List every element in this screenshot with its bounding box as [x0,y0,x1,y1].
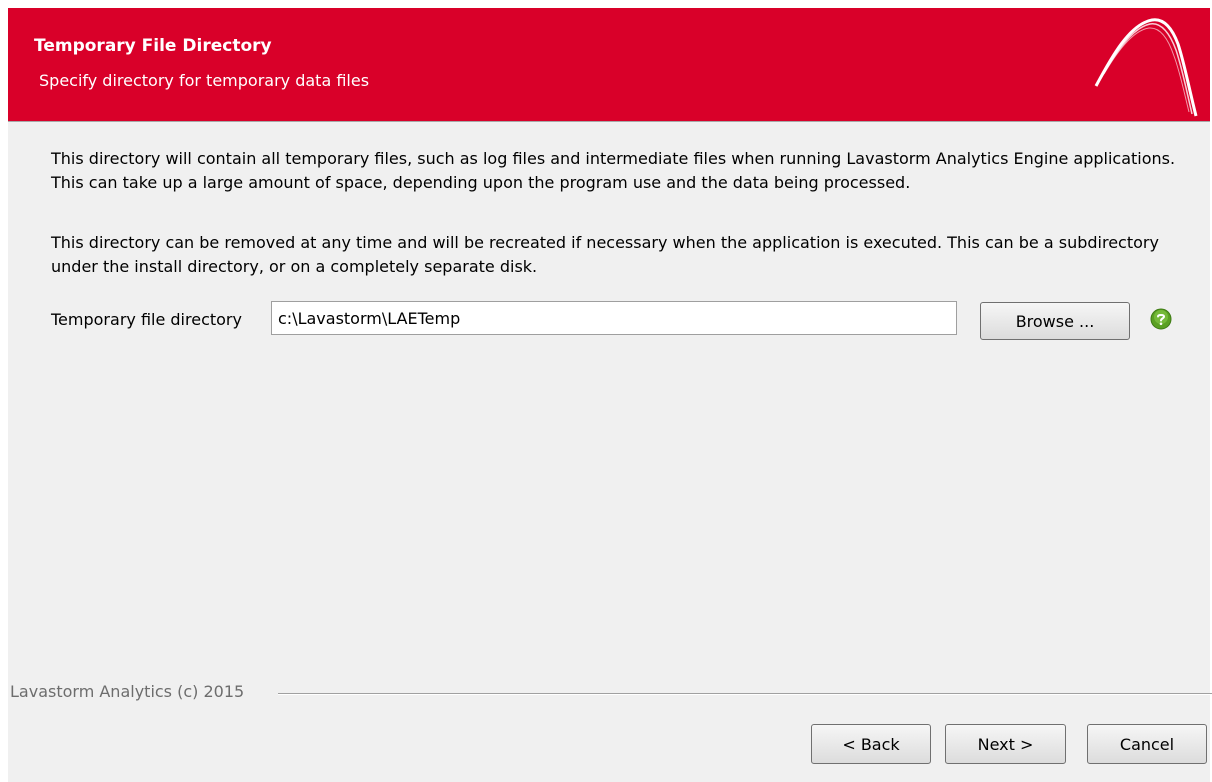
page-subtitle: Specify directory for temporary data fil… [39,71,370,90]
wizard-content: This directory will contain all temporar… [8,122,1212,782]
cancel-button[interactable]: Cancel [1087,724,1207,764]
back-button[interactable]: < Back [811,724,931,764]
temp-directory-input[interactable] [271,301,957,335]
description-paragraph-2: This directory can be removed at any tim… [51,233,1159,276]
temp-directory-label: Temporary file directory [51,310,242,329]
footer-divider [278,693,1212,695]
next-button[interactable]: Next > [945,724,1066,764]
browse-button[interactable]: Browse ... [980,302,1130,340]
lavastorm-logo-icon [1094,18,1198,117]
description-paragraph-1: This directory will contain all temporar… [51,149,1176,192]
help-icon[interactable] [1150,308,1172,330]
copyright-label: Lavastorm Analytics (c) 2015 [10,682,245,701]
wizard-header: Temporary File Directory Specify directo… [8,8,1210,122]
page-title: Temporary File Directory [34,36,272,56]
